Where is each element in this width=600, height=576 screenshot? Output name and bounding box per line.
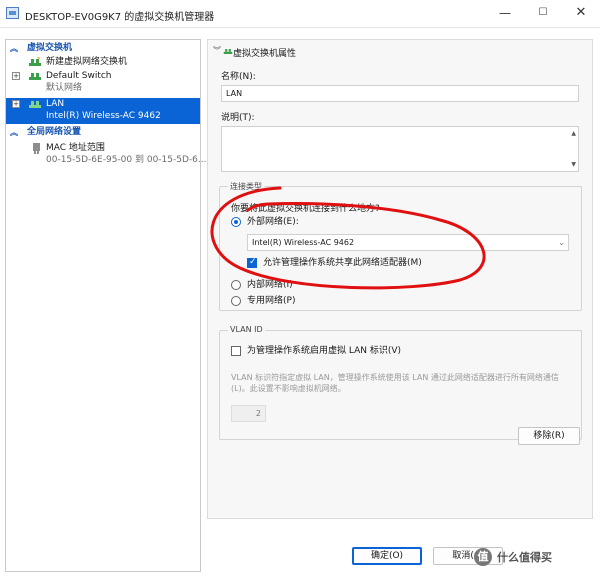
tree-item-label: Default Switch <box>46 71 112 81</box>
tree-item-sublabel: 默认网络 <box>46 83 83 93</box>
network-adapter-icon <box>33 143 40 154</box>
tree-item-default-switch[interactable]: + Default Switch 默认网络 <box>6 70 200 96</box>
section-virtual-switches[interactable]: ︽ 虚拟交换机 <box>6 42 200 55</box>
tree-item-label: LAN <box>46 99 65 109</box>
internal-network-radio[interactable] <box>231 280 241 290</box>
properties-title: 虚拟交换机属性 <box>233 49 297 59</box>
scroll-down-icon[interactable]: ▼ <box>571 161 576 168</box>
private-network-label: 专用网络(P) <box>247 296 296 306</box>
title-bar: DESKTOP-EV0G9K7 的虚拟交换机管理器 — ☐ ✕ <box>0 0 600 28</box>
tree-item-sublabel: Intel(R) Wireless-AC 9462 <box>46 111 161 121</box>
vlan-enable-checkbox[interactable] <box>231 346 241 356</box>
notes-label: 说明(T): <box>221 113 255 123</box>
collapse-chevron-icon[interactable]: ︾ <box>213 45 221 56</box>
watermark-text: 什么值得买 <box>497 551 552 564</box>
connection-type-group: 连接类型 你要将此虚拟交换机连接到什么地方? 外部网络(E): Intel(R)… <box>219 181 582 311</box>
vlan-id-field[interactable]: 2 <box>231 405 266 422</box>
section-global-network-settings[interactable]: ︽ 全局网络设置 <box>6 126 200 139</box>
collapse-chevron-icon[interactable]: ︽ <box>10 42 18 55</box>
watermark: 值 什么值得买 <box>474 546 598 570</box>
tree-item-mac-range[interactable]: MAC 地址范围 00-15-5D-6E-95-00 到 00-15-5D-6.… <box>6 142 206 168</box>
vlan-description: VLAN 标识符指定虚拟 LAN，管理操作系统使用该 LAN 通过此网络适配器进… <box>231 373 559 393</box>
tree-item-new-switch[interactable]: 新建虚拟网络交换机 <box>6 56 200 69</box>
connection-question: 你要将此虚拟交换机连接到什么地方? <box>231 204 380 214</box>
allow-share-label: 允许管理操作系统共享此网络适配器(M) <box>263 258 422 268</box>
switch-properties-pane: ︾ 虚拟交换机属性 名称(N): LAN 说明(T): ▲ ▼ 连接类型 你要将… <box>207 39 593 519</box>
external-network-radio[interactable] <box>231 217 241 227</box>
vlan-legend: VLAN ID <box>228 325 265 334</box>
tree-item-lan[interactable]: + LAN Intel(R) Wireless-AC 9462 <box>6 98 200 124</box>
vlan-enable-label: 为管理操作系统启用虚拟 LAN 标识(V) <box>247 346 402 356</box>
switch-list-pane: ︽ 虚拟交换机 新建虚拟网络交换机 + Default Switch 默认网络 … <box>5 39 206 572</box>
name-label: 名称(N): <box>221 72 256 82</box>
switch-icon <box>223 49 233 54</box>
tree-item-label: MAC 地址范围 <box>46 143 105 153</box>
chevron-down-icon: ⌄ <box>558 238 565 247</box>
connection-type-legend: 连接类型 <box>228 181 264 192</box>
window-title: DESKTOP-EV0G9K7 的虚拟交换机管理器 <box>25 12 215 23</box>
remove-button[interactable]: 移除(R) <box>518 427 580 445</box>
expand-icon[interactable]: + <box>12 72 20 80</box>
watermark-logo: 值 <box>474 548 492 566</box>
minimize-button[interactable]: — <box>490 4 520 22</box>
close-button[interactable]: ✕ <box>566 4 596 22</box>
new-switch-icon <box>29 57 41 66</box>
switch-icon <box>29 73 41 80</box>
private-network-radio[interactable] <box>231 296 241 306</box>
section-label: 虚拟交换机 <box>27 43 73 53</box>
switch-icon <box>29 101 41 108</box>
scroll-up-icon[interactable]: ▲ <box>571 130 576 137</box>
tree-item-sublabel: 00-15-5D-6E-95-00 到 00-15-5D-6... <box>46 155 207 165</box>
ok-button[interactable]: 确定(O) <box>352 547 422 565</box>
external-network-label: 外部网络(E): <box>247 217 299 227</box>
name-field[interactable]: LAN <box>221 85 579 102</box>
allow-share-checkbox[interactable] <box>247 257 257 268</box>
virtual-switch-manager-icon <box>6 7 19 19</box>
adapter-select[interactable]: Intel(R) Wireless-AC 9462 ⌄ <box>247 234 569 251</box>
expand-icon[interactable]: + <box>12 100 20 108</box>
internal-network-label: 内部网络(I) <box>247 280 293 290</box>
collapse-chevron-icon[interactable]: ︽ <box>10 126 18 139</box>
tree-item-label: 新建虚拟网络交换机 <box>46 57 128 67</box>
adapter-select-value: Intel(R) Wireless-AC 9462 <box>252 238 355 247</box>
notes-field[interactable]: ▲ ▼ <box>221 126 579 172</box>
section-label: 全局网络设置 <box>27 127 82 137</box>
maximize-button[interactable]: ☐ <box>528 4 558 22</box>
vlan-group: VLAN ID 为管理操作系统启用虚拟 LAN 标识(V) VLAN 标识符指定… <box>219 325 582 440</box>
